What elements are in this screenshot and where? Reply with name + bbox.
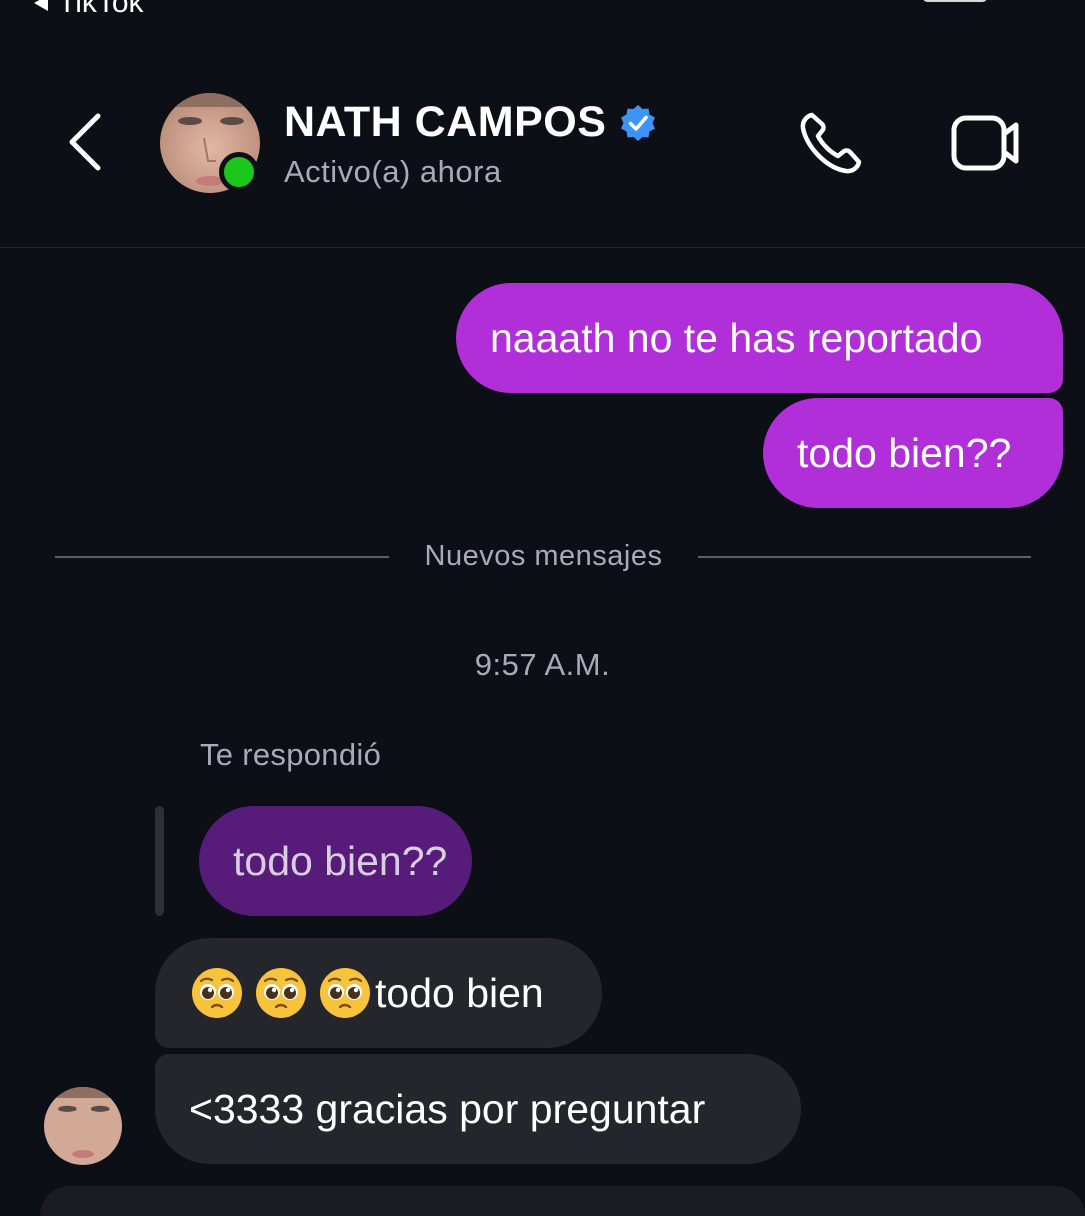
divider-line — [55, 556, 389, 558]
message-text: todo bien — [375, 969, 544, 1016]
reply-label: Te respondió — [200, 737, 382, 772]
reply-indicator-bar — [155, 806, 164, 916]
sender-avatar[interactable] — [44, 1087, 122, 1165]
avatar-image — [44, 1087, 122, 1165]
pleading-face-emoji-icon — [192, 968, 242, 1018]
contact-status: Activo(a) ahora — [284, 154, 502, 189]
back-to-app[interactable]: TikTok — [34, 0, 144, 20]
phone-icon[interactable] — [798, 110, 864, 176]
pleading-face-emoji-icon — [256, 968, 306, 1018]
contact-name-row[interactable]: NATH CAMPOS — [284, 98, 658, 147]
quoted-message-bubble[interactable]: todo bien?? — [199, 806, 472, 916]
sent-message-bubble[interactable]: todo bien?? — [763, 398, 1063, 508]
pleading-face-emoji-icon — [320, 968, 370, 1018]
contact-name: NATH CAMPOS — [284, 98, 607, 146]
video-camera-icon[interactable] — [950, 112, 1022, 174]
quoted-text: todo bien?? — [233, 837, 448, 884]
online-indicator — [219, 152, 259, 192]
message-timestamp: 9:57 A.M. — [474, 647, 611, 682]
composer-edge — [40, 1186, 1085, 1216]
received-message-bubble[interactable]: <3333 gracias por preguntar — [155, 1054, 801, 1164]
back-app-label: TikTok — [58, 0, 144, 19]
message-text: <3333 gracias por preguntar — [189, 1085, 706, 1132]
sent-message-bubble[interactable]: naaath no te has reportado — [456, 283, 1063, 393]
status-bar: TikTok — [0, 0, 1085, 22]
message-text: todo bien?? — [797, 429, 1012, 476]
battery-icon — [922, 0, 988, 2]
back-triangle-icon — [34, 0, 48, 11]
received-message-bubble[interactable]: todo bien — [155, 938, 602, 1048]
verified-badge-icon — [621, 104, 656, 141]
message-text: naaath no te has reportado — [490, 314, 983, 361]
divider-line — [698, 556, 1031, 558]
new-messages-divider: Nuevos mensajes — [424, 540, 663, 572]
back-chevron-icon[interactable] — [62, 110, 112, 174]
